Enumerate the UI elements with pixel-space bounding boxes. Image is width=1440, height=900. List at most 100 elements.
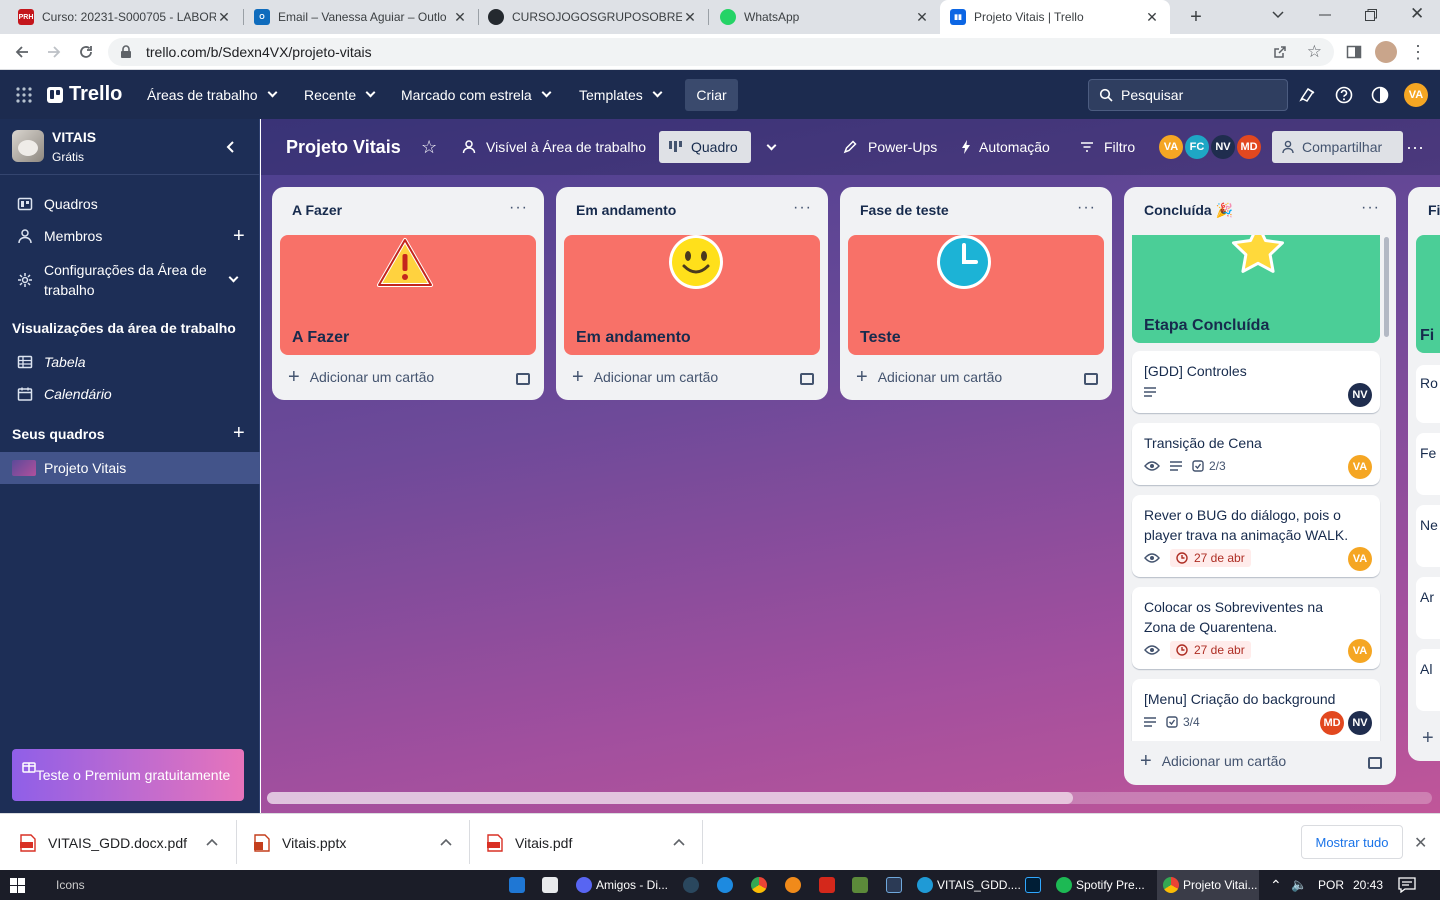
card-member-avatar[interactable]: VA [1348, 455, 1372, 479]
card[interactable]: Ro [1416, 365, 1440, 423]
restore-icon[interactable] [1364, 8, 1378, 22]
card[interactable]: Fe [1416, 433, 1440, 495]
user-avatar[interactable]: VA [1404, 83, 1428, 107]
cloud-app-icon[interactable] [717, 870, 733, 900]
mail-app-icon[interactable] [509, 870, 525, 900]
add-member-icon[interactable]: + [233, 225, 245, 248]
close-tab-icon[interactable]: ✕ [216, 9, 232, 25]
close-tab-icon[interactable]: ✕ [914, 9, 930, 25]
download-item[interactable]: Vitais.pptx [254, 814, 460, 871]
vlc-app-icon[interactable] [785, 870, 801, 900]
create-button[interactable]: Criar [685, 79, 738, 111]
sidebar-item-members[interactable]: Membros + [0, 224, 260, 248]
card-member-avatar[interactable]: NV [1348, 383, 1372, 407]
help-icon[interactable] [1335, 86, 1353, 104]
card[interactable]: [Menu] Criação do background 3/4 MD NV [1132, 679, 1380, 741]
minecraft-app-icon[interactable] [852, 870, 868, 900]
templates-menu[interactable]: Templates [579, 70, 663, 119]
taskbar-app-chrome-active[interactable]: Projeto Vitai... [1157, 870, 1259, 900]
close-tab-icon[interactable]: ✕ [452, 9, 468, 25]
bookmark-star-icon[interactable]: ☆ [1307, 42, 1322, 62]
list-title[interactable]: Fase de teste [860, 202, 949, 218]
list-title[interactable]: Concluída 🎉 [1144, 202, 1233, 219]
search-input[interactable]: Pesquisar [1088, 79, 1288, 111]
member-avatar[interactable]: FC [1185, 135, 1209, 159]
reload-icon[interactable] [75, 41, 97, 63]
star-board-icon[interactable]: ☆ [421, 131, 437, 163]
card-template-icon[interactable] [1084, 373, 1098, 385]
views-dropdown[interactable] [761, 131, 781, 163]
browser-tab[interactable]: WhatsApp ✕ [710, 0, 940, 34]
add-card-button[interactable]: + Adicionar um cartão [572, 367, 718, 387]
add-board-icon[interactable]: + [233, 422, 245, 445]
browser-tab[interactable]: CURSOJOGOSGRUPOSOBREVIV ✕ [478, 0, 708, 34]
store-app-icon[interactable] [542, 870, 558, 900]
member-avatar[interactable]: MD [1237, 135, 1261, 159]
card[interactable]: Al [1416, 649, 1440, 711]
add-card-button[interactable]: + Adicionar um cartão [856, 367, 1002, 387]
download-item[interactable]: Vitais.pdf [487, 814, 693, 871]
tray-chevron-up-icon[interactable]: ⌃ [1270, 870, 1282, 900]
language-indicator[interactable]: POR [1318, 870, 1344, 900]
sidebar-item-table[interactable]: Tabela [0, 350, 260, 374]
chevron-up-icon[interactable] [673, 838, 685, 846]
card[interactable]: Colocar os Sobreviventes na Zona de Quar… [1132, 587, 1380, 669]
card[interactable]: Rever o BUG do diálogo, pois o player tr… [1132, 495, 1380, 577]
volume-icon[interactable]: 🔈 [1291, 870, 1307, 900]
app-switcher-icon[interactable] [16, 87, 32, 103]
profile-avatar[interactable] [1375, 41, 1397, 63]
list-menu-icon[interactable]: ··· [1361, 199, 1380, 217]
taskbar-app-spotify[interactable]: Spotify Pre... [1056, 870, 1145, 900]
editor-app-icon[interactable] [886, 870, 902, 900]
acrobat-app-icon[interactable] [819, 870, 835, 900]
list-title[interactable]: Em andamento [576, 202, 676, 218]
card-template-icon[interactable] [800, 373, 814, 385]
address-bar[interactable]: trello.com/b/Sdexn4VX/projeto-vitais ☆ [108, 38, 1334, 66]
member-avatar[interactable]: NV [1211, 135, 1235, 159]
notification-center-icon[interactable] [1398, 870, 1416, 900]
windows-start-icon[interactable] [10, 878, 25, 893]
card-member-avatar[interactable]: MD [1320, 711, 1344, 735]
card-member-avatar[interactable]: NV [1348, 711, 1372, 735]
sidebar-item-settings[interactable]: Configurações da Área de trabalho [0, 258, 260, 302]
add-card-button[interactable]: + Adicionar um cartão [1140, 751, 1286, 771]
card-member-avatar[interactable]: VA [1348, 547, 1372, 571]
close-downloads-icon[interactable]: ✕ [1414, 833, 1427, 853]
taskbar-search[interactable]: Icons [56, 870, 85, 900]
board-members[interactable]: VA FC NV MD [1159, 135, 1261, 159]
due-date-badge[interactable]: 27 de abr [1170, 641, 1251, 659]
theme-icon[interactable] [1371, 86, 1389, 104]
sidebar-item-boards[interactable]: Quadros [0, 192, 260, 216]
workspaces-menu[interactable]: Áreas de trabalho [147, 70, 277, 119]
cover-card[interactable]: Etapa Concluída [1132, 235, 1380, 343]
minimize-icon[interactable] [1318, 8, 1332, 22]
list-menu-icon[interactable]: ··· [1077, 199, 1096, 217]
chevron-down-icon[interactable] [228, 272, 239, 283]
starred-menu[interactable]: Marcado com estrela [401, 70, 552, 119]
close-tab-icon[interactable]: ✕ [682, 9, 698, 25]
visibility-button[interactable]: Visível à Área de trabalho [462, 131, 646, 163]
tab-search-icon[interactable] [1270, 6, 1286, 22]
list-scrollbar[interactable] [1384, 237, 1389, 337]
browser-tab[interactable]: O Email – Vanessa Aguiar – Outlo ✕ [244, 0, 478, 34]
card[interactable]: Transição de Cena 2/3 VA [1132, 423, 1380, 485]
chevron-up-icon[interactable] [206, 838, 218, 846]
share-page-icon[interactable] [1272, 44, 1288, 60]
filter-button[interactable]: Filtro [1080, 131, 1135, 163]
list-title[interactable]: A Fazer [292, 202, 342, 218]
taskbar-app-discord[interactable]: Amigos - Di... [576, 870, 668, 900]
board-menu-icon[interactable]: ··· [1404, 131, 1426, 163]
chevron-up-icon[interactable] [440, 838, 452, 846]
trello-logo[interactable]: Trello [47, 70, 122, 119]
forward-icon[interactable] [43, 41, 65, 63]
collapse-sidebar-button[interactable] [220, 137, 242, 157]
card-template-icon[interactable] [516, 373, 530, 385]
photoshop-app-icon[interactable] [1025, 870, 1041, 900]
close-tab-icon[interactable]: ✕ [1144, 9, 1160, 25]
notifications-icon[interactable] [1299, 86, 1317, 104]
close-window-icon[interactable]: ✕ [1410, 5, 1426, 22]
cover-card[interactable]: Teste [848, 235, 1104, 355]
browser-tab-active[interactable]: ▮▮ Projeto Vitais | Trello ✕ [940, 0, 1170, 34]
due-date-badge[interactable]: 27 de abr [1170, 549, 1251, 567]
show-all-downloads-button[interactable]: Mostrar tudo [1301, 825, 1403, 859]
